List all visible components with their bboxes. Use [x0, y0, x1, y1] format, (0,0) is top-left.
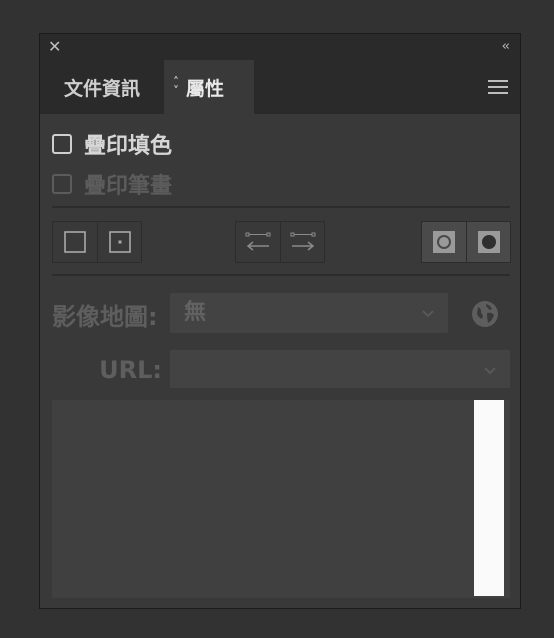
overprint-stroke-label: 疊印筆畫 — [84, 174, 173, 199]
overprint-fill-option[interactable]: 疊印填色 — [52, 128, 172, 160]
close-icon[interactable]: ✕ — [48, 37, 61, 57]
divider — [52, 206, 510, 208]
overprint-fill-label: 疊印填色 — [84, 134, 173, 159]
show-center-icon[interactable] — [97, 222, 141, 262]
reverse-path-direction-off-icon[interactable] — [236, 222, 280, 262]
tab-bar: 文件資訊 ˄ ˅ 屬性 — [40, 60, 520, 114]
panel-titlebar: ✕ ‹‹ — [40, 34, 520, 60]
globe-icon[interactable] — [470, 299, 500, 329]
nonzero-winding-fill-rule-icon[interactable] — [422, 222, 466, 262]
image-map-value: 無 — [184, 300, 207, 325]
hide-center-icon[interactable] — [53, 222, 97, 262]
image-map-select[interactable]: 無 — [170, 293, 448, 333]
url-select[interactable] — [170, 350, 510, 388]
attributes-panel: ✕ ‹‹ 文件資訊 ˄ ˅ 屬性 疊印填色 疊印筆畫 影像地圖: 無 URL: — [39, 33, 521, 609]
reverse-path-direction-on-icon[interactable] — [280, 222, 324, 262]
overprint-stroke-checkbox[interactable] — [52, 174, 72, 194]
center-point-toggle-group — [52, 221, 142, 263]
chevron-down-icon — [422, 310, 434, 318]
textarea-scrollbar[interactable] — [474, 400, 504, 596]
tab-label: 文件資訊 — [63, 77, 140, 100]
overprint-stroke-option[interactable]: 疊印筆畫 — [52, 168, 172, 200]
tab-attributes[interactable]: ˄ ˅ 屬性 — [164, 60, 254, 114]
tab-label: 屬性 — [186, 77, 225, 100]
collapse-icon[interactable]: ‹‹ — [502, 37, 511, 57]
panel-menu-icon[interactable] — [488, 80, 508, 94]
divider — [52, 274, 510, 276]
chevron-down-icon — [484, 367, 496, 375]
image-map-label: 影像地圖: — [52, 303, 158, 331]
updown-arrows-icon: ˄ ˅ — [173, 75, 179, 98]
tab-document-info[interactable]: 文件資訊 — [40, 60, 164, 114]
even-odd-fill-rule-icon[interactable] — [466, 222, 510, 262]
path-direction-group — [235, 221, 325, 263]
fill-rule-group — [421, 221, 511, 263]
notes-textarea[interactable] — [52, 400, 510, 598]
overprint-fill-checkbox[interactable] — [52, 134, 72, 154]
url-label: URL: — [99, 356, 162, 384]
